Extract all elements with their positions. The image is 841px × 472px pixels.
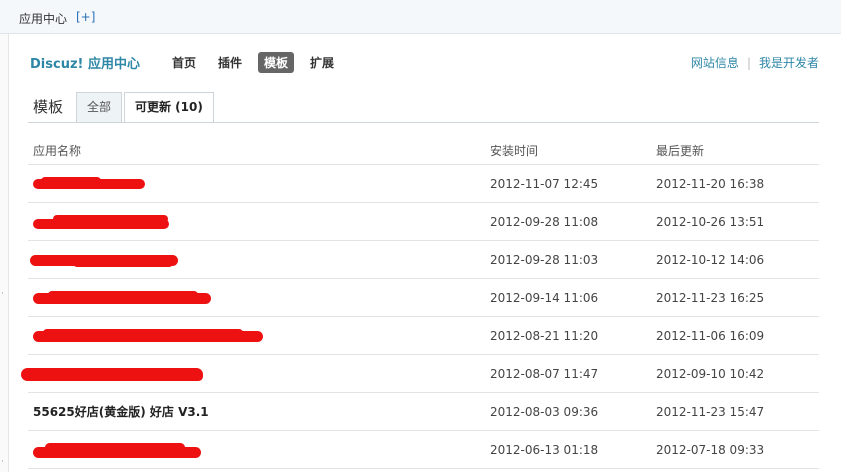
redaction-mark [30, 253, 490, 267]
last-update-cell: 2012-11-20 16:38 [656, 164, 819, 203]
frame-edge-mark: · [1, 289, 4, 299]
table-row[interactable]: 2012-09-14 11:06 2012-11-23 16:25 [28, 278, 819, 317]
redaction-mark [33, 290, 490, 305]
frame-edge-mark: · [1, 457, 4, 467]
left-frame-edge: · · [0, 34, 9, 472]
tab-updatable[interactable]: 可更新 (10) [124, 92, 214, 123]
app-table: 应用名称 安装时间 最后更新 2012-11-07 12:45 2012-11-… [21, 136, 819, 469]
add-shortcut-link[interactable]: [+] [76, 10, 95, 24]
redaction-mark [33, 176, 490, 191]
site-info-link[interactable]: 网站信息 [691, 56, 739, 70]
last-update-cell: 2012-10-12 14:06 [656, 240, 819, 279]
top-bar-title: 应用中心 [19, 12, 68, 26]
install-time-cell: 2012-06-13 01:18 [490, 430, 656, 469]
main-nav: 首页 插件 模板 扩展 [166, 52, 350, 73]
tab-all[interactable]: 全部 [76, 92, 123, 122]
redaction-mark [21, 367, 490, 381]
table-row[interactable]: 2012-11-07 12:45 2012-11-20 16:38 [28, 164, 819, 203]
section-title: 模板 [33, 98, 64, 116]
table-header-row: 应用名称 安装时间 最后更新 [28, 136, 819, 165]
install-time-cell: 2012-09-28 11:03 [490, 240, 656, 279]
app-name-cell [28, 316, 490, 355]
nav-home[interactable]: 首页 [166, 52, 202, 73]
column-header-name: 应用名称 [28, 136, 490, 165]
install-time-cell: 2012-08-03 09:36 [490, 392, 656, 431]
table-row[interactable]: 2012-09-28 11:03 2012-10-12 14:06 [28, 240, 819, 279]
redaction-mark [33, 214, 490, 229]
table-row[interactable]: 2012-09-28 11:08 2012-10-26 13:51 [28, 202, 819, 241]
last-update-cell: 2012-11-06 16:09 [656, 316, 819, 355]
last-update-cell: 2012-11-23 16:25 [656, 278, 819, 317]
nav-plugins[interactable]: 插件 [212, 52, 248, 73]
install-time-cell: 2012-08-21 11:20 [490, 316, 656, 355]
redaction-mark [33, 442, 490, 458]
install-time-cell: 2012-09-28 11:08 [490, 202, 656, 241]
app-name-cell [28, 240, 490, 279]
link-separator: | [746, 56, 751, 70]
app-name-cell [28, 430, 490, 469]
tab-divider [28, 122, 819, 123]
brand-title[interactable]: Discuz! 应用中心 [30, 53, 140, 72]
install-time-cell: 2012-11-07 12:45 [490, 164, 656, 203]
developer-link[interactable]: 我是开发者 [759, 56, 819, 70]
install-time-cell: 2012-08-07 11:47 [490, 354, 656, 393]
column-header-installed: 安装时间 [490, 136, 656, 165]
redaction-mark [33, 328, 490, 343]
app-name-cell[interactable]: 55625好店(黄金版) 好店 V3.1 [28, 392, 490, 431]
table-row[interactable]: 2012-06-13 01:18 2012-07-18 09:33 [28, 430, 819, 469]
last-update-cell: 2012-11-23 15:47 [656, 392, 819, 431]
table-row[interactable]: 2012-08-07 11:47 2012-09-10 10:42 [21, 354, 819, 393]
app-name-cell [28, 202, 490, 241]
last-update-cell: 2012-07-18 09:33 [656, 430, 819, 469]
nav-extensions[interactable]: 扩展 [304, 52, 340, 73]
last-update-cell: 2012-10-26 13:51 [656, 202, 819, 241]
table-row[interactable]: 55625好店(黄金版) 好店 V3.1 2012-08-03 09:36 20… [28, 392, 819, 431]
column-header-updated: 最后更新 [656, 136, 819, 165]
app-name-cell [28, 164, 490, 203]
table-row[interactable]: 2012-08-21 11:20 2012-11-06 16:09 [28, 316, 819, 355]
app-name-cell [28, 278, 490, 317]
install-time-cell: 2012-09-14 11:06 [490, 278, 656, 317]
header-links: 网站信息 | 我是开发者 [691, 54, 819, 71]
top-bar: 应用中心 [+] [0, 0, 841, 34]
nav-templates[interactable]: 模板 [258, 52, 295, 73]
last-update-cell: 2012-09-10 10:42 [656, 354, 819, 393]
app-name-cell [21, 354, 490, 393]
